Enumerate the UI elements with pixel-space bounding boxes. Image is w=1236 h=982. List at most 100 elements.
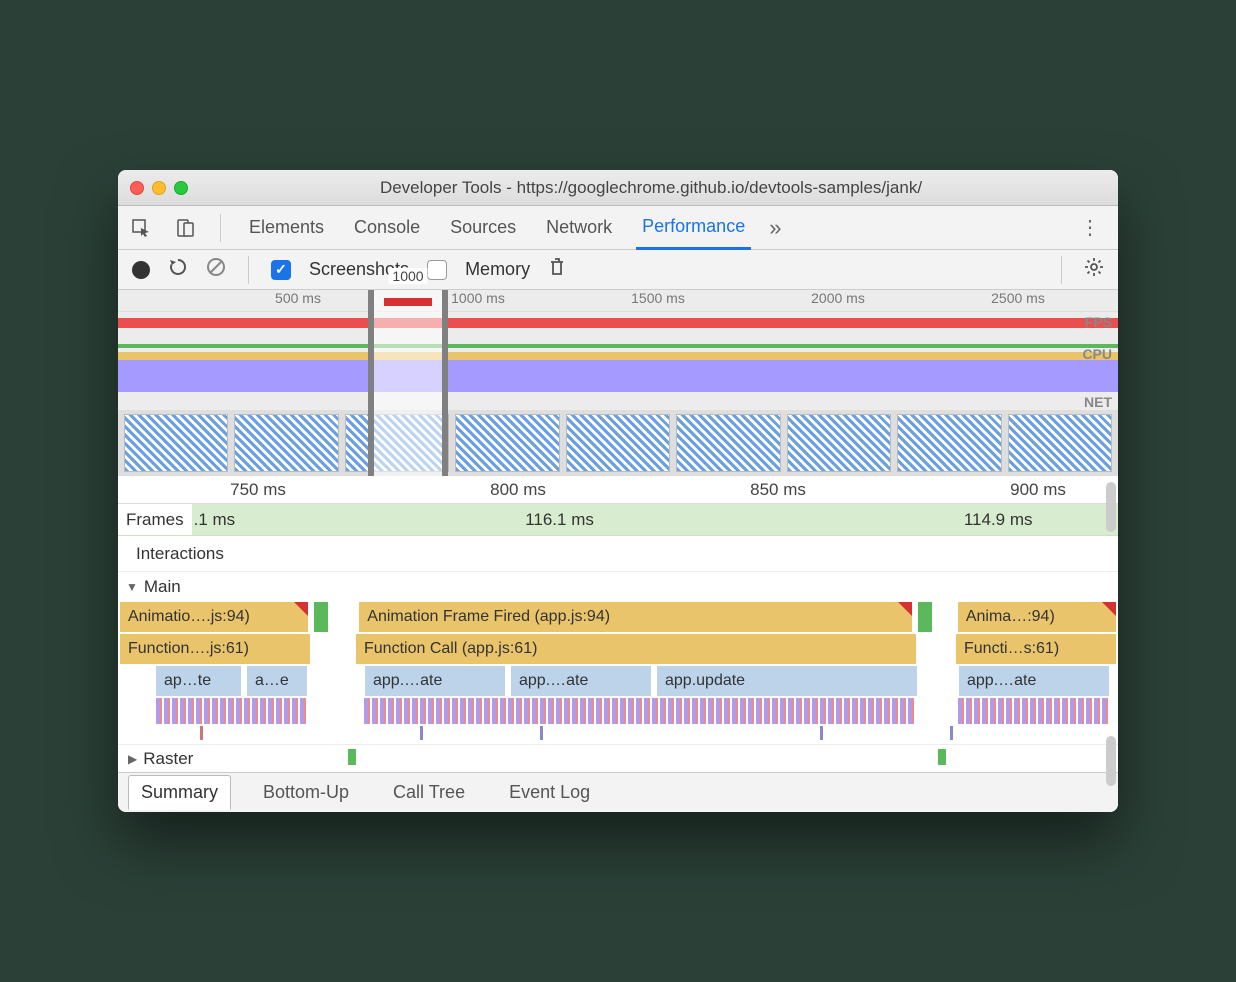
clear-button[interactable] [206, 257, 226, 282]
tab-sources[interactable]: Sources [444, 207, 522, 248]
tab-elements[interactable]: Elements [243, 207, 330, 248]
tab-event-log[interactable]: Event Log [497, 776, 602, 809]
memory-label: Memory [465, 259, 530, 280]
settings-menu-button[interactable]: ⋮ [1072, 215, 1108, 240]
screenshot-thumb[interactable] [676, 414, 780, 472]
flame-sparse [120, 726, 1116, 744]
frame-duration: .1 ms [194, 510, 236, 530]
screenshot-thumb[interactable] [897, 414, 1001, 472]
flame-event[interactable]: a…e [247, 666, 307, 696]
flame-event[interactable] [918, 602, 932, 632]
flamechart-pane[interactable]: 750 ms 800 ms 850 ms 900 ms Frames .1 ms… [118, 476, 1118, 772]
record-button[interactable] [132, 261, 150, 279]
ruler-tick: 1000 ms [451, 290, 505, 306]
screenshot-thumb[interactable] [234, 414, 338, 472]
raster-event[interactable] [938, 749, 946, 765]
screenshot-thumb[interactable] [1008, 414, 1112, 472]
flame-event[interactable]: ap…te [156, 666, 241, 696]
screenshot-thumb[interactable] [455, 414, 559, 472]
zoom-window-button[interactable] [174, 181, 188, 195]
flame-event[interactable]: Animation Frame Fired (app.js:94) [359, 602, 912, 632]
divider [220, 214, 221, 242]
close-window-button[interactable] [130, 181, 144, 195]
performance-toolbar: ✓ Screenshots Memory [118, 250, 1118, 290]
main-flamechart[interactable]: Animatio….js:94) Animation Frame Fired (… [118, 602, 1118, 744]
capture-settings-icon[interactable] [1084, 257, 1104, 282]
overview-fps-lane: FPS [118, 312, 1118, 344]
screenshot-thumb[interactable] [787, 414, 891, 472]
flame-event[interactable]: app.update [657, 666, 917, 696]
detail-ruler: 750 ms 800 ms 850 ms 900 ms [118, 476, 1118, 504]
interactions-label: Interactions [136, 544, 224, 564]
tab-summary[interactable]: Summary [128, 775, 231, 810]
main-track-header[interactable]: ▼ Main [118, 572, 1118, 602]
screenshot-thumb[interactable] [566, 414, 670, 472]
overview-pane[interactable]: 500 ms 1000 ms 1500 ms 2000 ms 2500 ms F… [118, 290, 1118, 476]
devtools-window: Developer Tools - https://googlechrome.g… [118, 170, 1118, 812]
flame-dense[interactable] [958, 698, 1108, 724]
divider [1061, 256, 1062, 284]
ruler-tick: 500 ms [275, 290, 321, 306]
divider [248, 256, 249, 284]
disclosure-triangle-icon[interactable]: ▶ [128, 752, 137, 766]
frame-duration: 114.9 ms [964, 510, 1033, 530]
tab-call-tree[interactable]: Call Tree [381, 776, 477, 809]
ruler-tick: 2000 ms [811, 290, 865, 306]
tab-network[interactable]: Network [540, 207, 618, 248]
screenshot-thumb[interactable] [124, 414, 228, 472]
raster-event[interactable] [348, 749, 356, 765]
screenshots-checkbox[interactable]: ✓ [271, 260, 291, 280]
tab-bottom-up[interactable]: Bottom-Up [251, 776, 361, 809]
fps-label: FPS [1085, 314, 1112, 330]
flame-event[interactable]: Animatio….js:94) [120, 602, 308, 632]
flame-event[interactable]: Function Call (app.js:61) [356, 634, 916, 664]
details-tabs: Summary Bottom-Up Call Tree Event Log [118, 772, 1118, 812]
flame-event[interactable]: app.…ate [511, 666, 651, 696]
titlebar: Developer Tools - https://googlechrome.g… [118, 170, 1118, 206]
interactions-track[interactable]: Interactions [118, 536, 1118, 572]
raster-track-header[interactable]: ▶ Raster [118, 744, 1118, 772]
window-title: Developer Tools - https://googlechrome.g… [196, 178, 1106, 198]
overview-net-lane: NET [118, 392, 1118, 410]
flame-event[interactable] [314, 602, 328, 632]
device-toggle-icon[interactable] [172, 215, 198, 241]
net-label: NET [1084, 394, 1112, 410]
raster-label: Raster [143, 749, 193, 769]
frames-track[interactable]: Frames .1 ms 116.1 ms 114.9 ms [118, 504, 1118, 536]
frame-duration: 116.1 ms [525, 510, 594, 530]
frames-label: Frames [118, 504, 192, 535]
flame-dense[interactable] [364, 698, 916, 724]
flame-event[interactable]: Function….js:61) [120, 634, 310, 664]
select-element-icon[interactable] [128, 215, 154, 241]
overview-ruler: 500 ms 1000 ms 1500 ms 2000 ms 2500 ms [118, 290, 1118, 312]
garbage-collect-icon[interactable] [548, 257, 566, 282]
flame-event[interactable]: app.…ate [959, 666, 1109, 696]
flame-event[interactable]: app.…ate [365, 666, 505, 696]
window-controls [130, 181, 188, 195]
screenshot-filmstrip[interactable] [118, 410, 1118, 476]
memory-checkbox[interactable] [427, 260, 447, 280]
minimize-window-button[interactable] [152, 181, 166, 195]
cpu-label: CPU [1082, 346, 1112, 362]
overview-cpu-lane: CPU [118, 344, 1118, 392]
flame-dense[interactable] [156, 698, 306, 724]
ruler-tick: 800 ms [490, 480, 546, 500]
tab-console[interactable]: Console [348, 207, 426, 248]
flame-event[interactable]: Functi…s:61) [956, 634, 1116, 664]
main-label: Main [144, 577, 181, 597]
screenshots-label: Screenshots [309, 259, 409, 280]
ruler-tick: 750 ms [230, 480, 286, 500]
scrollbar[interactable] [1106, 482, 1116, 532]
screenshot-thumb[interactable] [345, 414, 449, 472]
panel-tabstrip: Elements Console Sources Network Perform… [118, 206, 1118, 250]
ruler-tick: 850 ms [750, 480, 806, 500]
flame-event[interactable]: Anima…:94) [958, 602, 1116, 632]
ruler-tick: 2500 ms [991, 290, 1045, 306]
tab-performance[interactable]: Performance [636, 206, 751, 250]
scrollbar[interactable] [1106, 736, 1116, 786]
reload-record-button[interactable] [168, 257, 188, 282]
more-tabs-button[interactable]: » [769, 215, 781, 241]
ruler-tick: 900 ms [1010, 480, 1066, 500]
disclosure-triangle-icon[interactable]: ▼ [126, 580, 138, 594]
fps-bar [118, 318, 1118, 328]
